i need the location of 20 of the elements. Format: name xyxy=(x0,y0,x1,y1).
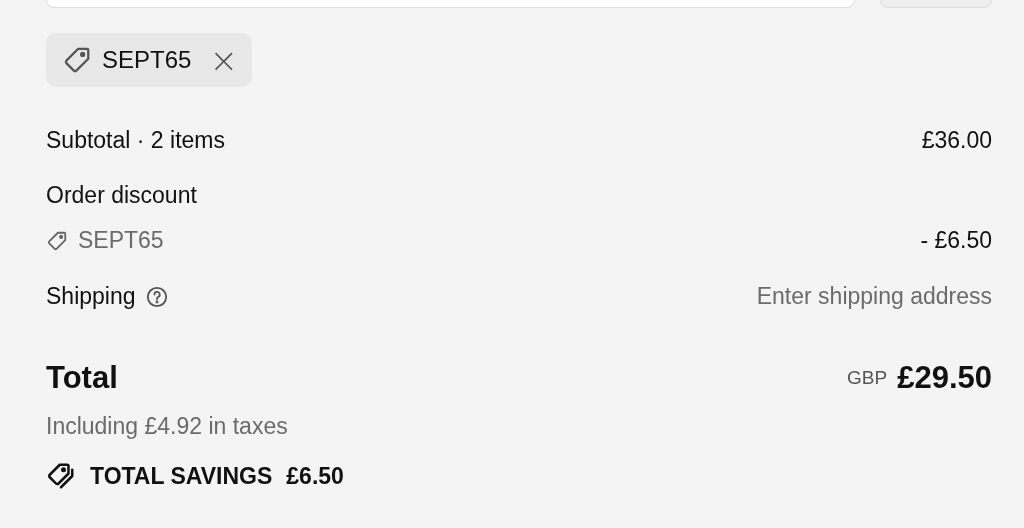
taxes-note: Including £4.92 in taxes xyxy=(46,413,288,440)
discount-code: SEPT65 xyxy=(102,46,192,74)
total-value: £29.50 xyxy=(897,360,992,396)
subtotal-value: £36.00 xyxy=(921,127,992,154)
tag-icon xyxy=(62,45,92,75)
discount-code: SEPT65 xyxy=(78,227,164,254)
remove-button[interactable]: × xyxy=(201,43,238,77)
subtotal-label: Subtotal · 2 items xyxy=(46,127,225,154)
shipping-label: Shipping xyxy=(46,283,136,310)
total-savings-value: £6.50 xyxy=(286,462,344,490)
shipping-value: Enter shipping address xyxy=(756,283,992,310)
tag-icon xyxy=(46,229,68,252)
discount-code-field[interactable] xyxy=(46,0,855,8)
currency-code: GBP xyxy=(847,367,888,389)
total-label: Total xyxy=(46,360,118,396)
discount-value: - £6.50 xyxy=(920,227,992,254)
help-icon[interactable] xyxy=(145,285,168,308)
total-savings-label: TOTAL SAVINGS xyxy=(90,462,273,490)
tags-icon xyxy=(46,461,76,491)
order-discount-label: Order discount xyxy=(46,182,197,209)
